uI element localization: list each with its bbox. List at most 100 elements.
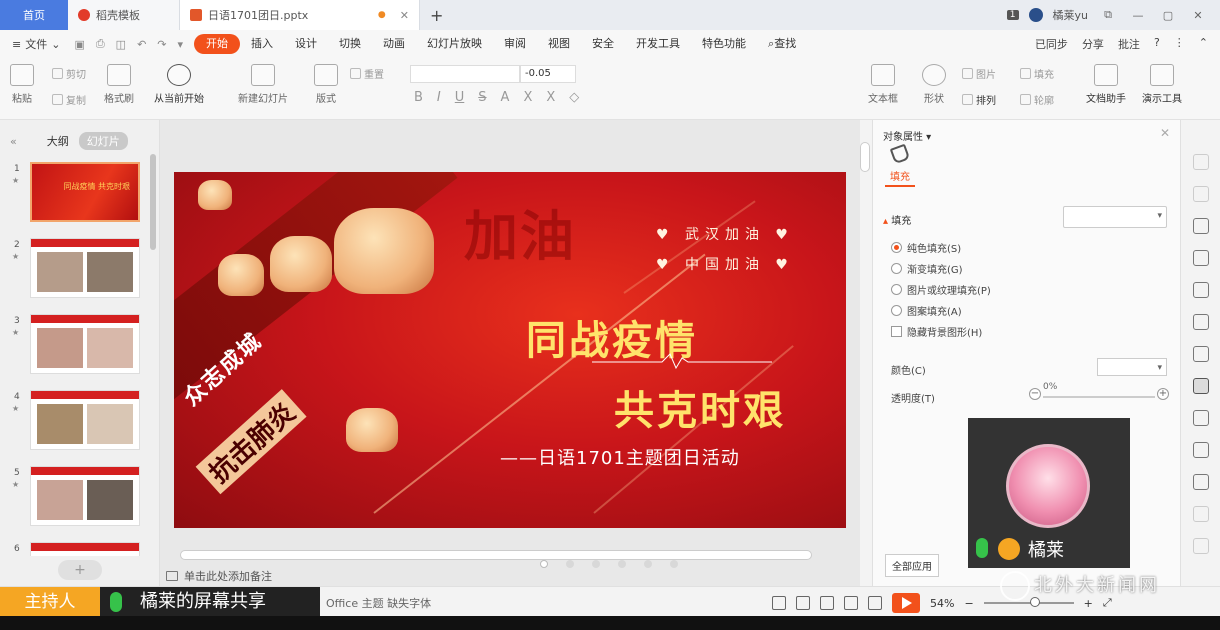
- menu-transition[interactable]: 切换: [328, 34, 372, 54]
- sorter-view-icon[interactable]: [820, 596, 834, 610]
- pattern-fill-radio[interactable]: 图案填充(A): [891, 303, 962, 318]
- sidebar-tool-icon[interactable]: [1193, 474, 1209, 490]
- slide-thumbnail-5[interactable]: 5 ★: [0, 466, 150, 530]
- more-icon[interactable]: ⋮: [1174, 36, 1185, 52]
- new-tab-button[interactable]: +: [420, 0, 453, 30]
- strikethrough-icon[interactable]: S: [478, 90, 486, 105]
- chart-icon[interactable]: [1193, 346, 1209, 362]
- redo-icon[interactable]: ↷: [157, 38, 166, 51]
- bold-icon[interactable]: B: [414, 90, 423, 105]
- print-icon[interactable]: ⎙: [96, 37, 105, 51]
- subscript-icon[interactable]: X: [546, 90, 555, 105]
- tab-outline[interactable]: 大纲: [47, 133, 69, 149]
- user-name[interactable]: 橘莱yu: [1053, 7, 1088, 23]
- slide-thumbnail-1[interactable]: 1 ★ 同战疫情 共克时艰: [0, 162, 150, 226]
- color-select[interactable]: ▾: [1097, 358, 1167, 376]
- tab-home[interactable]: 首页: [0, 0, 68, 30]
- normal-view-icon[interactable]: [796, 596, 810, 610]
- font-size-input[interactable]: -0.05: [520, 65, 576, 83]
- canvas-vertical-scrollbar[interactable]: [860, 142, 870, 172]
- notes-toggle-icon[interactable]: [772, 596, 786, 610]
- sidebar-tool-icon[interactable]: [1193, 442, 1209, 458]
- layout-button[interactable]: 版式: [314, 64, 338, 105]
- menu-view[interactable]: 视图: [537, 34, 581, 54]
- canvas-horizontal-scrollbar[interactable]: [180, 550, 812, 560]
- play-from-current-button[interactable]: 从当前开始: [154, 64, 204, 105]
- sidebar-tool-icon[interactable]: [1193, 282, 1209, 298]
- sidebar-tool-icon[interactable]: [1193, 186, 1209, 202]
- picture-button[interactable]: 图片: [962, 66, 996, 81]
- cut-button[interactable]: 剪切: [52, 66, 86, 81]
- restore-icon[interactable]: ⧉: [1098, 8, 1118, 22]
- presentation-tools-button[interactable]: 演示工具: [1142, 64, 1182, 105]
- sidebar-tool-icon[interactable]: [1193, 250, 1209, 266]
- clear-format-icon[interactable]: ◇: [569, 90, 579, 105]
- menu-developer[interactable]: 开发工具: [625, 34, 691, 54]
- page-dot[interactable]: [566, 560, 574, 568]
- page-dot[interactable]: [644, 560, 652, 568]
- menu-features[interactable]: 特色功能: [691, 34, 757, 54]
- sync-button[interactable]: 已同步: [1035, 36, 1068, 52]
- italic-icon[interactable]: I: [437, 90, 441, 105]
- page-dot[interactable]: [540, 560, 548, 568]
- transparency-slider[interactable]: [1043, 396, 1155, 398]
- customize-icon[interactable]: ▾: [178, 38, 184, 51]
- reset-button[interactable]: 重置: [350, 66, 384, 81]
- play-slideshow-button[interactable]: [892, 593, 920, 613]
- fill-tab[interactable]: 填充: [885, 143, 915, 187]
- tab-slides[interactable]: 幻灯片: [78, 132, 128, 150]
- properties-icon[interactable]: [1193, 378, 1209, 394]
- undo-icon[interactable]: ↶: [137, 38, 146, 51]
- slide-thumbnail-3[interactable]: 3 ★: [0, 314, 150, 378]
- zoom-out-icon[interactable]: −: [964, 597, 973, 610]
- paste-button[interactable]: 粘贴: [10, 64, 34, 105]
- maximize-icon[interactable]: ▢: [1158, 9, 1178, 22]
- fill-section-header[interactable]: 填充: [883, 212, 911, 227]
- shape-button[interactable]: 形状: [922, 64, 946, 105]
- doc-assistant-button[interactable]: 文档助手: [1086, 64, 1126, 105]
- underline-icon[interactable]: U: [455, 90, 465, 105]
- add-slide-button[interactable]: +: [58, 560, 102, 580]
- new-slide-button[interactable]: 新建幻灯片: [238, 64, 288, 105]
- sidebar-tool-icon[interactable]: [1193, 154, 1209, 170]
- outline-button[interactable]: 轮廓: [1020, 92, 1054, 107]
- copy-button[interactable]: 复制: [52, 92, 86, 107]
- menu-search[interactable]: ⌕查找: [757, 34, 807, 54]
- apply-all-button[interactable]: 全部应用: [885, 554, 939, 577]
- notes-area[interactable]: 单击此处添加备注: [166, 568, 272, 584]
- arrange-button[interactable]: 排列: [962, 92, 996, 107]
- annotation-icon[interactable]: [868, 596, 882, 610]
- menu-design[interactable]: 设计: [284, 34, 328, 54]
- share-button[interactable]: 分享: [1082, 36, 1104, 52]
- tab-template[interactable]: 稻壳模板: [68, 0, 180, 30]
- reading-view-icon[interactable]: [844, 596, 858, 610]
- menu-slideshow[interactable]: 幻灯片放映: [416, 34, 493, 54]
- help-icon[interactable]: ?: [1154, 36, 1160, 52]
- tab-document[interactable]: 日语1701团日.pptx ● ✕: [180, 0, 420, 30]
- thumbnail-scrollbar[interactable]: [150, 154, 156, 250]
- menu-home[interactable]: 开始: [194, 34, 241, 54]
- user-avatar[interactable]: [1028, 8, 1043, 22]
- close-window-icon[interactable]: ✕: [1188, 9, 1208, 22]
- transparency-decrease-button[interactable]: −: [1029, 388, 1041, 400]
- textbox-button[interactable]: 文本框: [868, 64, 898, 105]
- file-menu[interactable]: ≡ 文件 ⌄: [12, 36, 60, 52]
- font-color-icon[interactable]: A: [501, 90, 510, 105]
- gradient-fill-radio[interactable]: 渐变填充(G): [891, 261, 963, 276]
- current-slide[interactable]: 加油 众志成城 抗击肺炎 ♥ 武汉加油 ♥ ♥ 中国加油 ♥ 同战疫情 共克时艰…: [174, 172, 846, 528]
- comment-button[interactable]: 批注: [1118, 36, 1140, 52]
- slide-thumbnail-4[interactable]: 4 ★: [0, 390, 150, 454]
- minimize-icon[interactable]: —: [1128, 9, 1148, 22]
- superscript-icon[interactable]: X: [523, 90, 532, 105]
- props-title[interactable]: 对象属性 ▾: [883, 128, 931, 143]
- sidebar-tool-icon[interactable]: [1193, 506, 1209, 522]
- sidebar-tool-icon[interactable]: [1193, 410, 1209, 426]
- solid-fill-radio[interactable]: 纯色填充(S): [891, 240, 961, 255]
- page-dot[interactable]: [670, 560, 678, 568]
- close-panel-icon[interactable]: ✕: [1160, 126, 1170, 140]
- collapse-ribbon-icon[interactable]: ⌃: [1199, 36, 1208, 52]
- zoom-level[interactable]: 54%: [930, 597, 954, 610]
- page-dot[interactable]: [592, 560, 600, 568]
- close-tab-icon[interactable]: ✕: [400, 9, 409, 22]
- picture-fill-radio[interactable]: 图片或纹理填充(P): [891, 282, 991, 297]
